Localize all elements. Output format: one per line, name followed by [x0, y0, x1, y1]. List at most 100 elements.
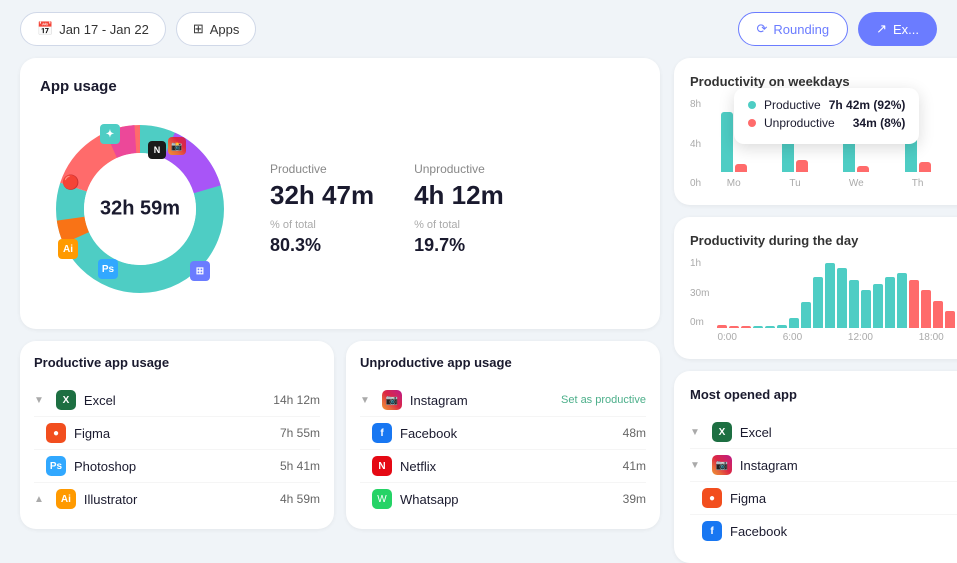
- collapse-icon[interactable]: ▼: [360, 395, 370, 406]
- day-bar: [777, 325, 787, 328]
- day-bar: [753, 326, 763, 328]
- bar-day-label: Mo: [727, 178, 741, 189]
- donut-chart: N 📸 🔴 Ai Ps ⊞ ✦ 32h 59m: [40, 109, 240, 309]
- figma-app-icon: ●: [46, 423, 66, 443]
- excel-app-time: 14h 12m: [273, 393, 320, 407]
- other-icon-on-donut: ⊞: [190, 261, 210, 281]
- collapse-icon[interactable]: ▼: [34, 395, 44, 406]
- illustrator-app-time: 4h 59m: [280, 492, 320, 506]
- facebook-app-time: 48m: [623, 426, 646, 440]
- excel-app-icon: X: [56, 390, 76, 410]
- day-bar: [729, 326, 739, 328]
- rounding-button[interactable]: ⟳ Rounding: [738, 12, 849, 46]
- facebook-app-icon: f: [372, 423, 392, 443]
- instagram-icon-on-donut: 📸: [168, 137, 186, 155]
- apps-label: Apps: [210, 22, 240, 37]
- day-chart-card: Productivity during the day 1h 30m 0m 0:…: [674, 217, 957, 359]
- y-label-8h: 8h: [690, 99, 701, 110]
- unproductive-value: 4h 12m: [414, 180, 504, 211]
- x-12: 12:00: [848, 332, 873, 343]
- day-bar: [813, 277, 823, 328]
- bar-day-label: We: [849, 178, 864, 189]
- day-bar: [897, 273, 907, 328]
- day-bar: [801, 302, 811, 328]
- day-bar: [837, 268, 847, 328]
- most-opened-title: Most opened app: [690, 387, 957, 402]
- tooltip-unproductive-row: Unproductive 34m (8%): [748, 116, 905, 130]
- y-label-4h: 4h: [690, 139, 701, 150]
- y-axis: 8h 4h 0h: [690, 99, 701, 189]
- day-bars-outer: 0:00 6:00 12:00 18:00 24:: [717, 258, 957, 343]
- day-bar: [825, 263, 835, 328]
- productive-percent: 80.3%: [270, 235, 374, 256]
- day-bar: [741, 326, 751, 328]
- list-item: Ps Photoshop 5h 41m: [34, 450, 320, 483]
- whatsapp-app-icon: W: [372, 489, 392, 509]
- productive-stat: Productive 32h 47m % of total 80.3%: [270, 162, 374, 256]
- y-label-0h: 0h: [690, 178, 701, 189]
- green-icon-on-donut: ✦: [100, 124, 120, 144]
- netflix-app-time: 41m: [623, 459, 646, 473]
- unproductive-stat: Unproductive 4h 12m % of total 19.7%: [414, 162, 504, 256]
- instagram-most-name: Instagram: [740, 458, 957, 473]
- day-bars: [717, 258, 957, 328]
- notion-icon-on-donut: N: [148, 141, 166, 159]
- instagram-most-icon: 📷: [712, 455, 732, 475]
- date-range-button[interactable]: 📅 Jan 17 - Jan 22: [20, 12, 166, 46]
- list-item: ● Figma 7h 55m: [34, 417, 320, 450]
- calendar-icon: 📅: [37, 21, 53, 37]
- rounding-icon: ⟳: [757, 21, 768, 37]
- day-chart-container: 1h 30m 0m 0:00 6:00 12:00 18:00 24:: [690, 258, 957, 343]
- unproductive-bar: [919, 162, 931, 172]
- set-productive-badge[interactable]: Set as productive: [561, 394, 646, 406]
- day-y-0m: 0m: [690, 317, 709, 328]
- most-opened-list: ▼ X Excel ▼ 📷 Instagram ● Figma f: [690, 416, 957, 547]
- ps-icon-on-donut: Ps: [98, 259, 118, 279]
- pink-icon-on-donut: 🔴: [62, 174, 79, 191]
- most-opened-card: Most opened app ▼ X Excel ▼ 📷 Instagram …: [674, 371, 957, 563]
- illustrator-app-icon: Ai: [56, 489, 76, 509]
- collapse-icon[interactable]: ▼: [690, 460, 700, 471]
- weekday-chart-title: Productivity on weekdays: [690, 74, 957, 89]
- list-item: ▼ X Excel: [690, 416, 957, 449]
- export-label: Ex...: [893, 22, 919, 37]
- productivity-tooltip: Productive 7h 42m (92%) Unproductive 34m…: [734, 88, 919, 144]
- productive-apps-title: Productive app usage: [34, 355, 320, 370]
- ai-icon-on-donut: Ai: [58, 239, 78, 259]
- unproductive-apps-card: Unproductive app usage ▼ 📷 Instagram Set…: [346, 341, 660, 529]
- day-y-axis: 1h 30m 0m: [690, 258, 709, 328]
- illustrator-app-name: Illustrator: [84, 492, 272, 507]
- bar-day-label: Th: [912, 178, 924, 189]
- instagram-app-icon: 📷: [382, 390, 402, 410]
- export-button[interactable]: ↗ Ex...: [858, 12, 937, 46]
- header-right: ⟳ Rounding ↗ Ex...: [738, 12, 937, 46]
- x-6: 6:00: [783, 332, 802, 343]
- facebook-app-name: Facebook: [400, 426, 615, 441]
- day-bar: [861, 290, 871, 328]
- list-item: ▲ Ai Illustrator 4h 59m: [34, 483, 320, 515]
- excel-most-name: Excel: [740, 425, 957, 440]
- collapse-icon[interactable]: ▲: [34, 494, 44, 505]
- main-content: App usage: [0, 58, 957, 481]
- list-item: f Facebook 48m: [360, 417, 646, 450]
- productive-apps-list: ▼ X Excel 14h 12m ● Figma 7h 55m Ps: [34, 384, 320, 515]
- day-bar: [909, 280, 919, 328]
- day-y-1h: 1h: [690, 258, 709, 269]
- productive-bar: [721, 112, 733, 172]
- collapse-icon[interactable]: ▼: [690, 427, 700, 438]
- productive-sublabel: % of total: [270, 219, 374, 231]
- instagram-app-name: Instagram: [410, 393, 553, 408]
- tooltip-unproductive-value: 34m (8%): [853, 116, 906, 130]
- apps-button[interactable]: ⊞ Apps: [176, 12, 257, 46]
- figma-app-time: 7h 55m: [280, 426, 320, 440]
- photoshop-app-name: Photoshop: [74, 459, 272, 474]
- list-item: W Whatsapp 39m: [360, 483, 646, 515]
- unproductive-label: Unproductive: [414, 162, 504, 176]
- day-x-axis: 0:00 6:00 12:00 18:00 24:: [717, 332, 957, 343]
- list-item: f Facebook: [690, 515, 957, 547]
- list-item: ▼ 📷 Instagram: [690, 449, 957, 482]
- app-usage-card: App usage: [20, 58, 660, 329]
- unproductive-sublabel: % of total: [414, 219, 504, 231]
- day-bar: [933, 301, 943, 328]
- header: 📅 Jan 17 - Jan 22 ⊞ Apps ⟳ Rounding ↗ Ex…: [0, 0, 957, 58]
